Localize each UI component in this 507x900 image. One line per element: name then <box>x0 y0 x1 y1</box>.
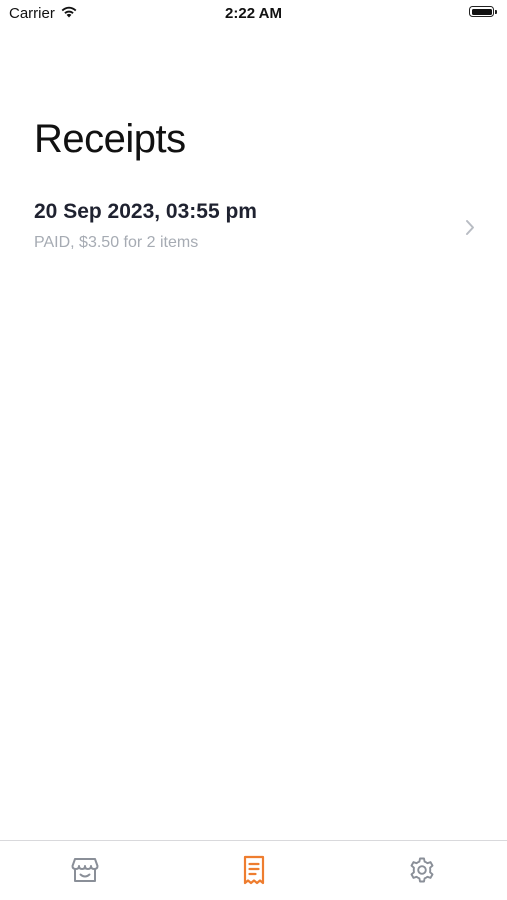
receipt-date: 20 Sep 2023, 03:55 pm <box>34 200 257 223</box>
store-icon <box>70 855 100 890</box>
receipt-list: 20 Sep 2023, 03:55 pm PAID, $3.50 for 2 … <box>0 195 507 263</box>
status-right <box>469 6 497 17</box>
receipt-summary: PAID, $3.50 for 2 items <box>34 234 199 251</box>
battery-icon <box>469 6 494 17</box>
chevron-right-icon <box>465 219 475 241</box>
gear-icon <box>407 855 437 890</box>
tab-receipts[interactable] <box>236 854 272 890</box>
tab-settings[interactable] <box>404 854 440 890</box>
tab-store[interactable] <box>67 854 103 890</box>
receipt-icon <box>239 854 269 891</box>
page-title: Receipts <box>34 117 186 161</box>
battery-cap <box>495 9 497 14</box>
tab-bar <box>0 840 507 900</box>
status-time: 2:22 AM <box>225 5 282 22</box>
receipts-screen: Carrier 2:22 AM Receipts 20 Sep 2023, 03… <box>0 0 507 900</box>
battery-fill <box>471 8 492 15</box>
receipt-row[interactable]: 20 Sep 2023, 03:55 pm PAID, $3.50 for 2 … <box>0 195 507 263</box>
status-bar: Carrier 2:22 AM <box>0 0 507 30</box>
